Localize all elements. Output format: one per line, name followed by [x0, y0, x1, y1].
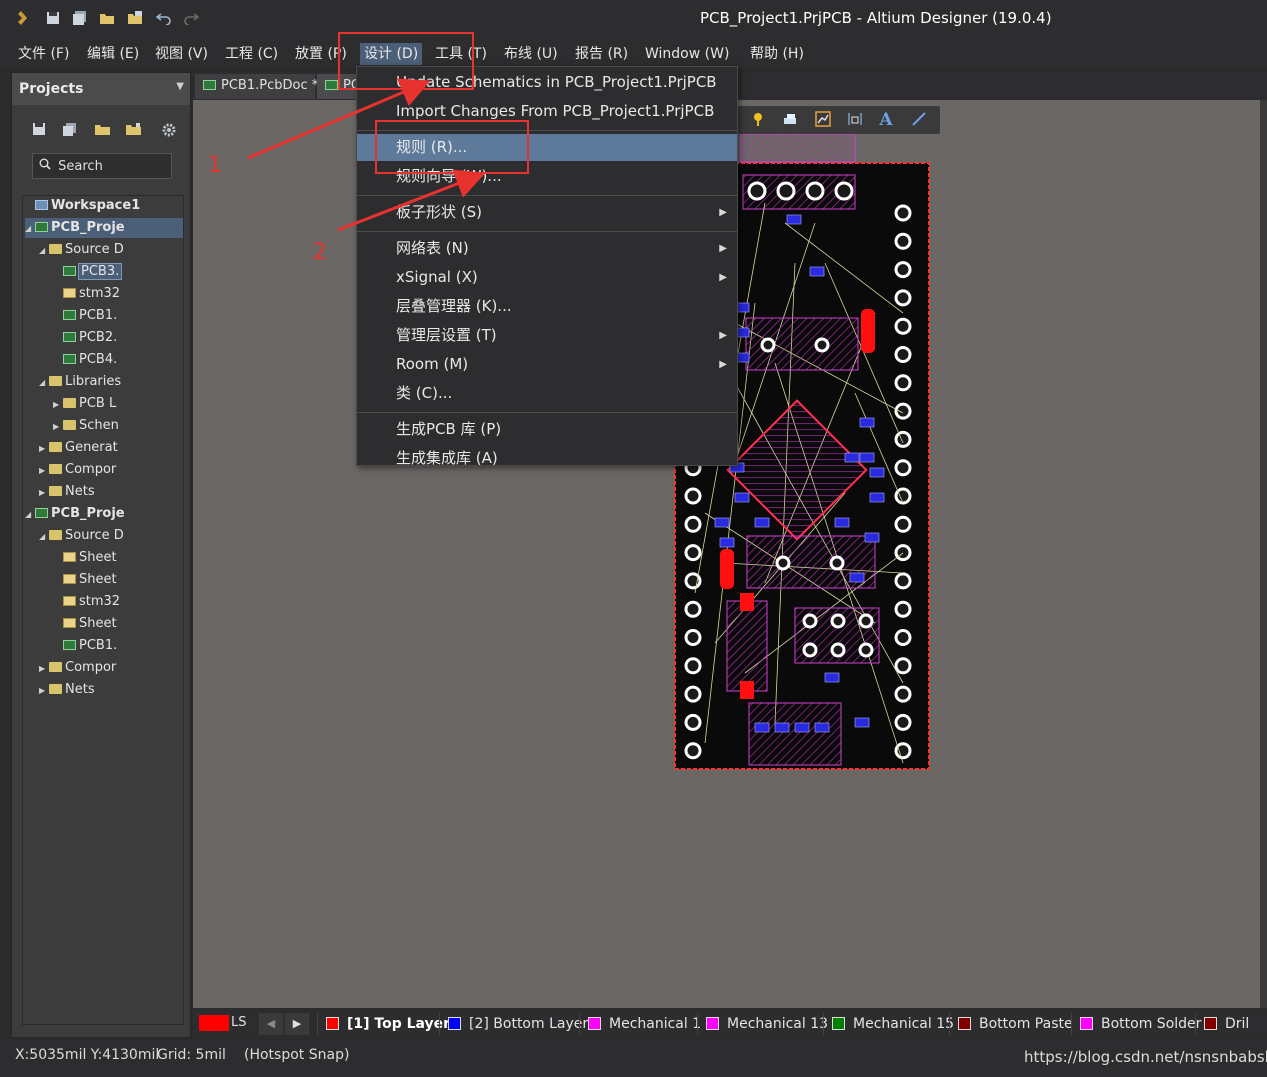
annotation-arrow-1	[247, 78, 431, 160]
annotation-step-2: 2	[313, 240, 327, 265]
annotation-arrows	[247, 78, 486, 232]
annotation-arrow-2	[337, 169, 486, 232]
annotation-step-1: 1	[208, 153, 222, 178]
